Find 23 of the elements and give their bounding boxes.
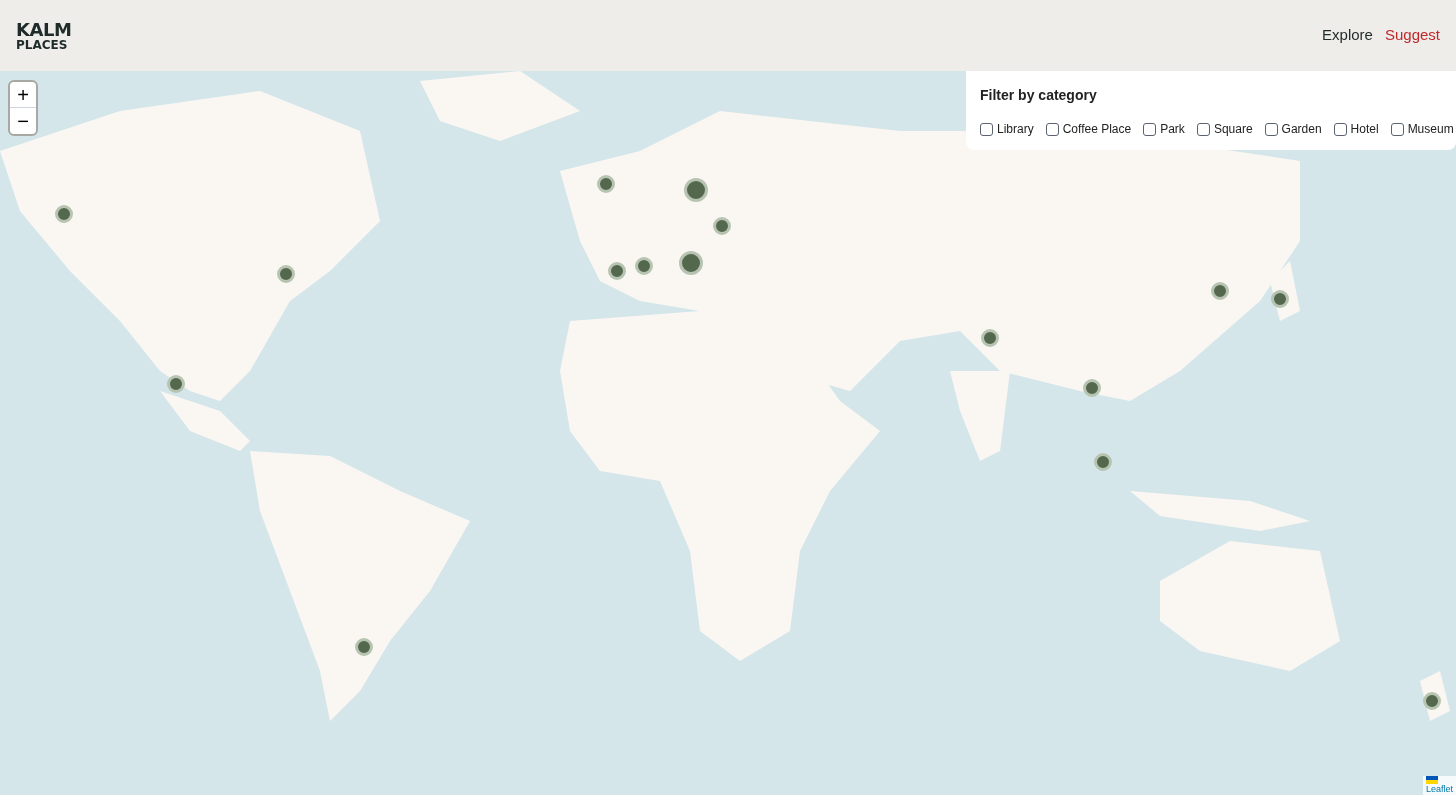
flag-icon — [1425, 775, 1438, 784]
checkbox-label: Library — [997, 121, 1034, 138]
checkbox-label: Park — [1160, 121, 1185, 138]
checkbox[interactable] — [1333, 122, 1347, 136]
checkbox[interactable] — [980, 122, 993, 136]
checkbox[interactable] — [1143, 122, 1157, 136]
checkbox[interactable] — [1390, 122, 1404, 136]
checkbox-label: Hotel — [1350, 121, 1379, 138]
checkbox-label: Square — [1213, 121, 1253, 138]
checkbox[interactable] — [1264, 122, 1278, 136]
logo-text: KALM — [16, 20, 72, 39]
zoom-in-button[interactable]: + — [10, 82, 36, 108]
checkbox-label: Museum — [1407, 121, 1454, 138]
nav-link[interactable]: Explore — [1322, 24, 1373, 47]
filter-title: Filter by category — [980, 86, 1098, 105]
checkbox[interactable] — [1045, 122, 1059, 136]
checkbox-label: Garden — [1281, 121, 1322, 138]
leaflet-link[interactable]: Leaflet — [1425, 783, 1453, 795]
nav-link[interactable]: Suggest — [1384, 24, 1440, 47]
zoom-out-button[interactable]: − — [10, 108, 36, 134]
logo-text: PLACES — [16, 38, 69, 51]
checkbox[interactable] — [1196, 122, 1210, 136]
checkbox-label: Coffee Place — [1062, 121, 1132, 138]
